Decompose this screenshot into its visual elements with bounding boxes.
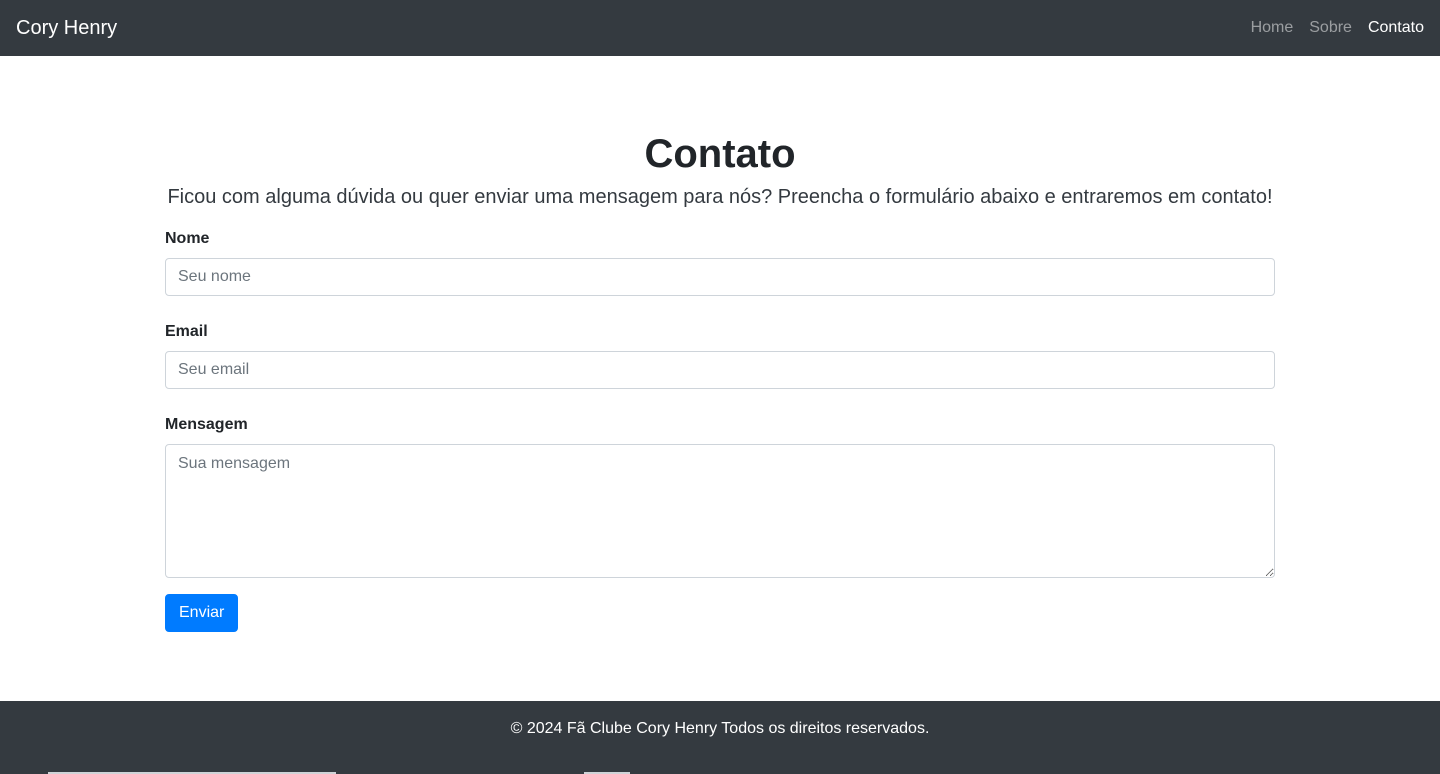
message-textarea[interactable] (165, 444, 1275, 578)
nav-menu: Home Sobre Contato (1251, 19, 1424, 37)
footer-copyright: © 2024 Fã Clube Cory Henry Todos os dire… (510, 720, 930, 737)
message-group: Mensagem (165, 416, 1275, 578)
nav-link-sobre[interactable]: Sobre (1309, 19, 1352, 37)
page-title: Contato (644, 132, 796, 176)
nav-link-home[interactable]: Home (1251, 19, 1294, 37)
email-input[interactable] (165, 351, 1275, 389)
contact-form: Nome Email Mensagem Enviar (165, 230, 1275, 632)
name-group: Nome (165, 230, 1275, 296)
email-label: Email (165, 323, 208, 340)
footer: © 2024 Fã Clube Cory Henry Todos os dire… (0, 701, 1440, 774)
nav-link-contato[interactable]: Contato (1368, 19, 1424, 37)
brand-link[interactable]: Cory Henry (16, 18, 117, 38)
contact-section: Contato Ficou com alguma dúvida ou quer … (165, 56, 1275, 632)
name-label: Nome (165, 230, 210, 247)
top-navbar: Cory Henry Home Sobre Contato (0, 0, 1440, 56)
message-label: Mensagem (165, 416, 248, 433)
page-lead: Ficou com alguma dúvida ou quer enviar u… (167, 186, 1273, 208)
email-group: Email (165, 323, 1275, 389)
submit-button[interactable]: Enviar (165, 594, 239, 632)
name-input[interactable] (165, 258, 1275, 296)
